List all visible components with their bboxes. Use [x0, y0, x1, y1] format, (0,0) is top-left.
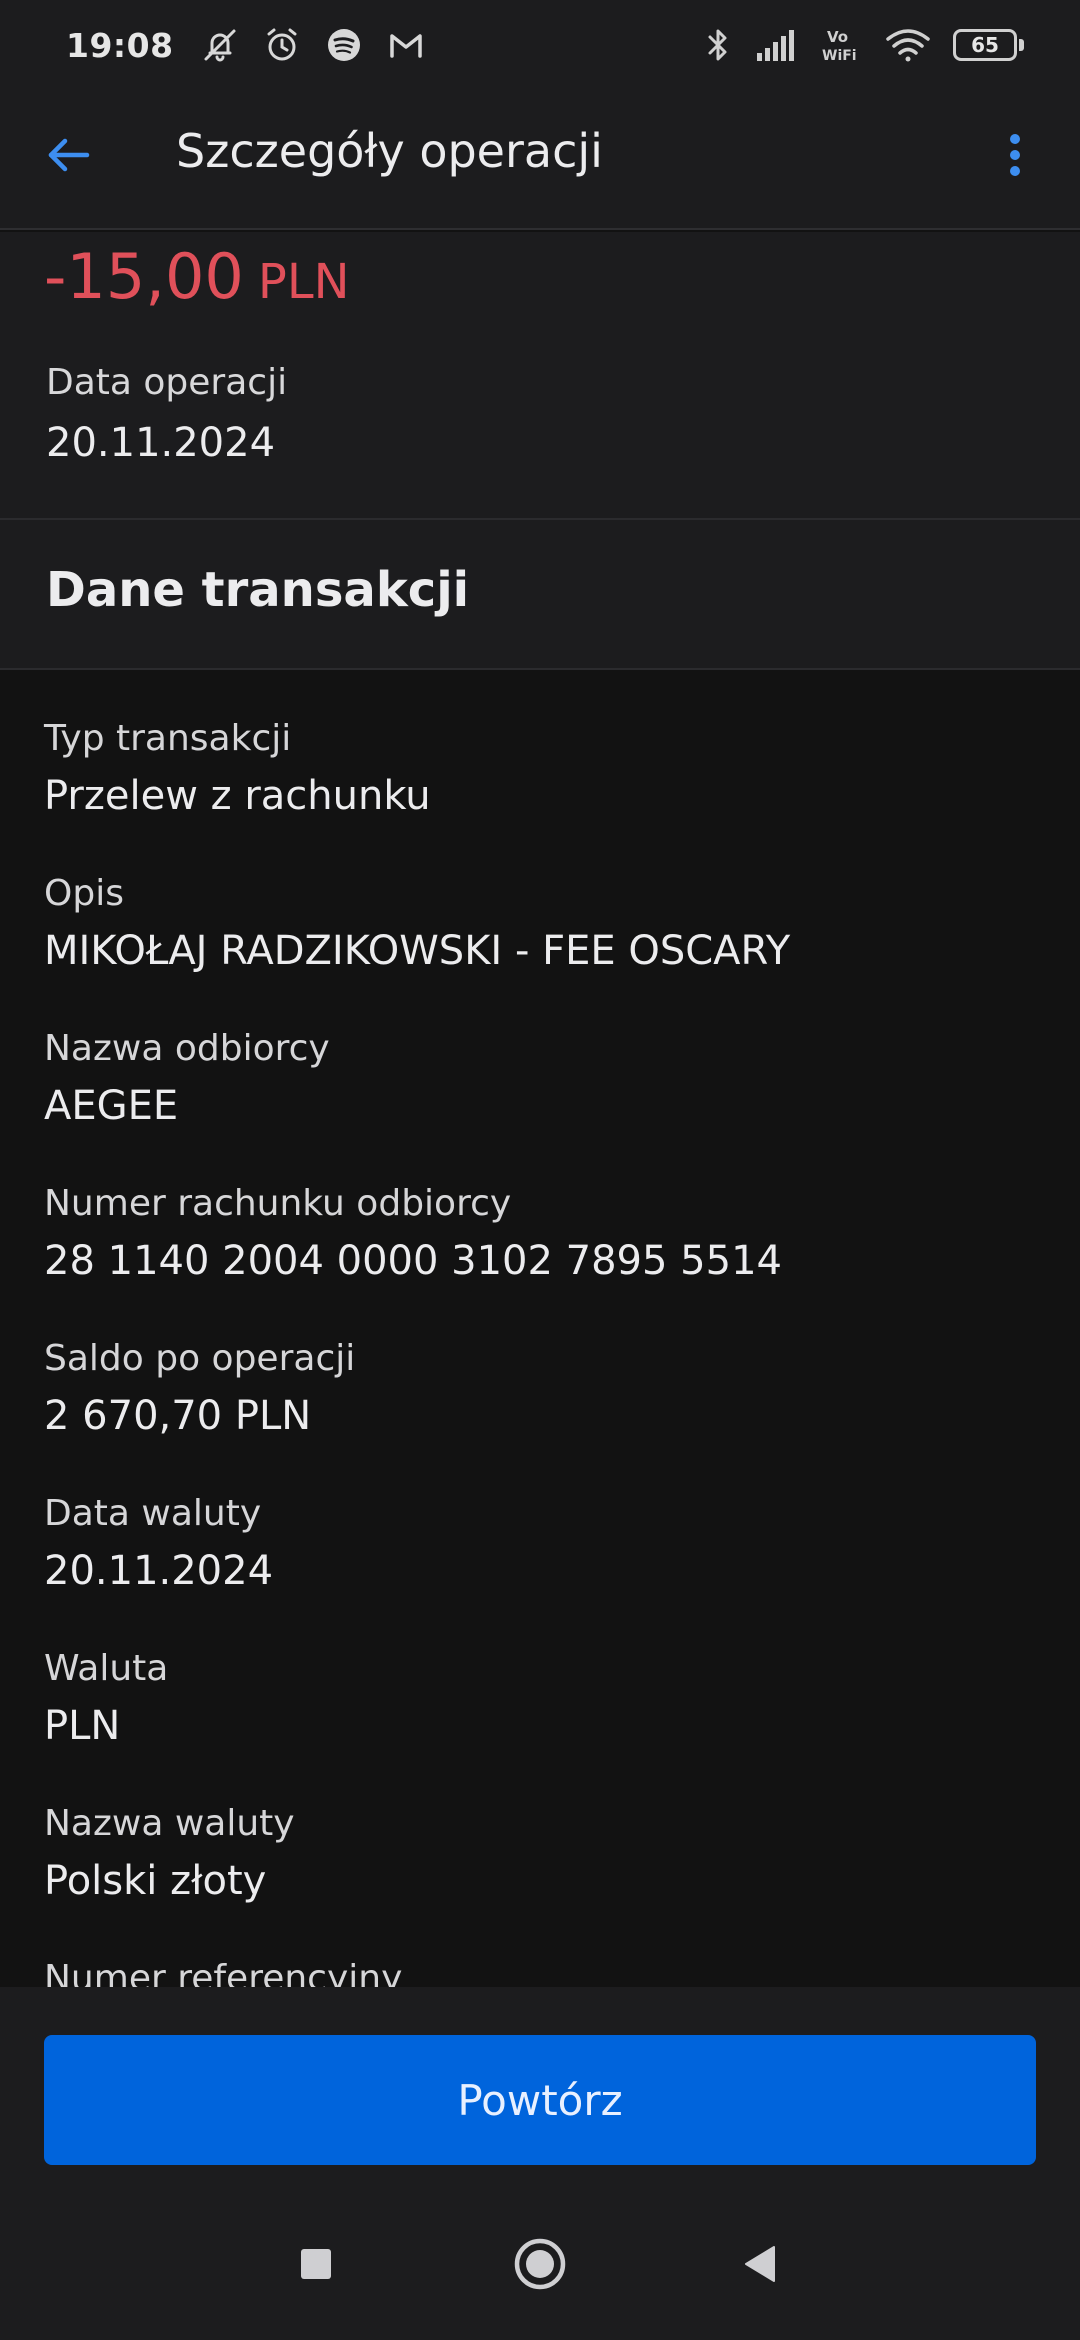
operation-date-label: Data operacji — [46, 362, 288, 403]
back-button[interactable] — [38, 125, 98, 185]
repeat-button[interactable]: Powtórz — [44, 2035, 1036, 2165]
spotify-icon — [324, 25, 364, 65]
battery-icon: 65 — [953, 29, 1024, 61]
screen: 19:08 Vo WiFi 65 Szczegóły operacji -15,… — [0, 0, 1080, 2340]
gmail-icon — [386, 25, 426, 65]
detail-value: 20.11.2024 — [44, 1548, 274, 1594]
app-bar: Szczegóły operacji — [0, 90, 1080, 230]
battery-tip — [1019, 39, 1024, 51]
more-options-button[interactable] — [990, 125, 1040, 185]
alarm-icon — [262, 25, 302, 65]
detail-label: Numer rachunku odbiorcy — [44, 1183, 512, 1224]
amount-value: -15,00 — [44, 240, 244, 313]
detail-value: PLN — [44, 1703, 121, 1749]
vowifi-icon: Vo WiFi — [821, 25, 863, 65]
operation-date-value: 20.11.2024 — [46, 420, 276, 466]
home-button[interactable] — [512, 2236, 568, 2292]
detail-value: AEGEE — [44, 1083, 179, 1129]
section-header: Dane transakcji — [0, 520, 1080, 670]
detail-balance-after: Saldo po operacji 2 670,70 PLN — [44, 1334, 1044, 1444]
bottom-area: Powtórz — [0, 1987, 1080, 2340]
detail-label: Nazwa waluty — [44, 1803, 295, 1844]
status-bar-left: 19:08 — [66, 25, 426, 65]
detail-label: Nazwa odbiorcy — [44, 1028, 330, 1069]
mute-icon — [200, 25, 240, 65]
transaction-details[interactable]: Typ transakcji Przelew z rachunku Opis M… — [0, 672, 1080, 1987]
detail-currency: Waluta PLN — [44, 1644, 1044, 1754]
detail-reference-number: Numer referencyjny — [44, 1954, 1044, 1987]
status-time: 19:08 — [66, 25, 174, 65]
detail-value-date: Data waluty 20.11.2024 — [44, 1489, 1044, 1599]
arrow-left-icon — [48, 138, 90, 172]
recent-apps-button[interactable] — [296, 2244, 336, 2284]
svg-text:WiFi: WiFi — [822, 48, 857, 64]
detail-label: Numer referencyjny — [44, 1958, 403, 1987]
detail-transaction-type: Typ transakcji Przelew z rachunku — [44, 714, 1044, 824]
detail-recipient-account: Numer rachunku odbiorcy 28 1140 2004 000… — [44, 1179, 1044, 1289]
wifi-icon — [885, 27, 931, 63]
detail-label: Typ transakcji — [44, 718, 292, 759]
section-title: Dane transakcji — [46, 562, 470, 618]
triangle-back-icon — [745, 2246, 775, 2282]
detail-value: Polski złoty — [44, 1858, 267, 1904]
detail-label: Saldo po operacji — [44, 1338, 356, 1379]
more-vertical-icon — [1010, 134, 1020, 176]
detail-label: Waluta — [44, 1648, 169, 1689]
detail-label: Opis — [44, 873, 124, 914]
detail-description: Opis MIKOŁAJ RADZIKOWSKI - FEE OSCARY — [44, 869, 1044, 979]
operation-summary: -15,00 PLN Data operacji 20.11.2024 — [0, 232, 1080, 519]
square-icon — [301, 2249, 331, 2279]
detail-value: Przelew z rachunku — [44, 773, 431, 819]
detail-value: 2 670,70 PLN — [44, 1393, 312, 1439]
status-bar-right: Vo WiFi 65 — [703, 25, 1024, 65]
detail-value: MIKOŁAJ RADZIKOWSKI - FEE OSCARY — [44, 928, 791, 974]
detail-recipient-name: Nazwa odbiorcy AEGEE — [44, 1024, 1044, 1134]
battery-level: 65 — [953, 29, 1017, 61]
amount-currency: PLN — [257, 254, 350, 310]
status-bar: 19:08 Vo WiFi 65 — [0, 0, 1080, 90]
detail-currency-name: Nazwa waluty Polski złoty — [44, 1799, 1044, 1909]
system-navigation-bar — [0, 2202, 1080, 2340]
circle-icon — [514, 2238, 566, 2290]
svg-text:Vo: Vo — [827, 28, 848, 46]
signal-icon — [755, 27, 799, 63]
page-title: Szczegóły operacji — [176, 124, 603, 178]
amount: -15,00 PLN — [44, 240, 349, 313]
back-nav-button[interactable] — [740, 2244, 780, 2284]
bluetooth-icon — [703, 25, 733, 65]
detail-value: 28 1140 2004 0000 3102 7895 5514 — [44, 1238, 782, 1284]
detail-label: Data waluty — [44, 1493, 262, 1534]
